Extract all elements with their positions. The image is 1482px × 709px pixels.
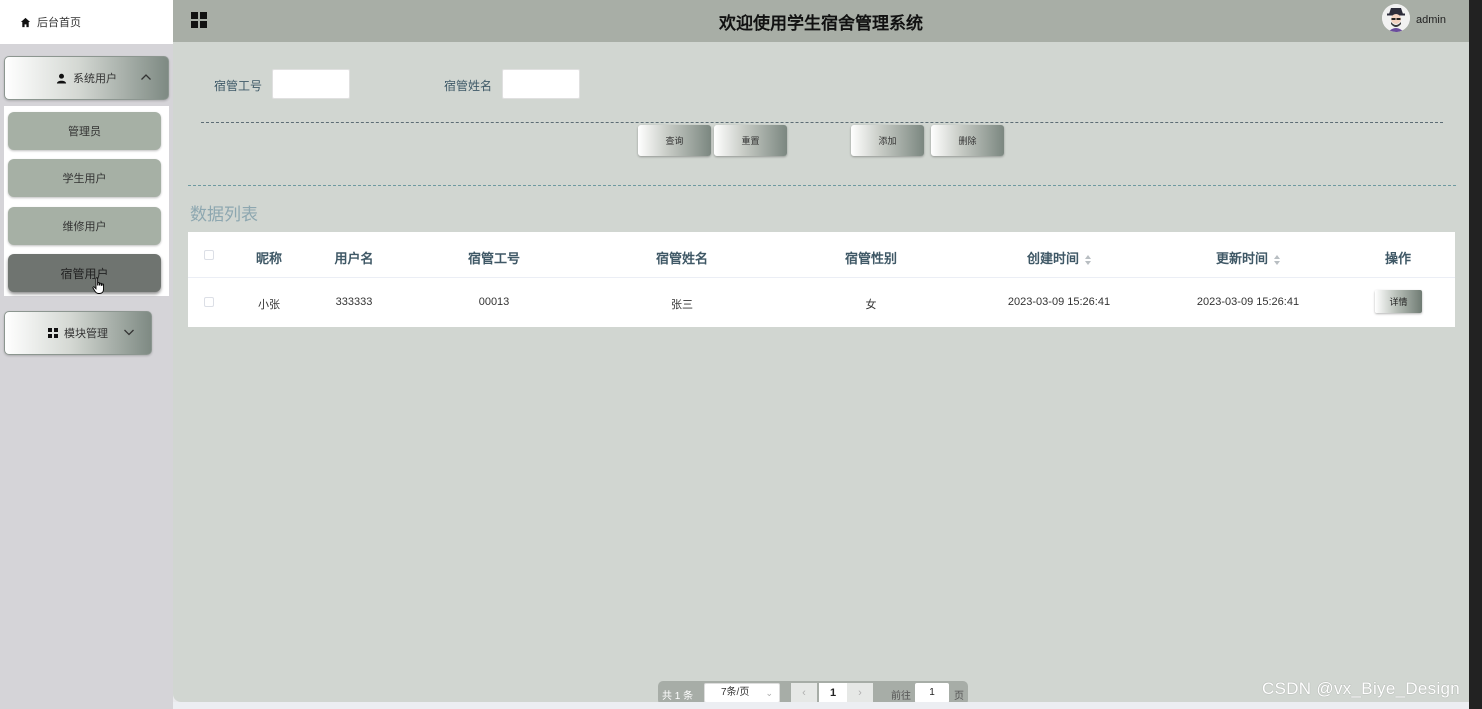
prev-page-button[interactable]: ‹	[791, 683, 817, 703]
sort-icon[interactable]	[1274, 254, 1281, 265]
sidebar-group-module-management[interactable]: 模块管理	[4, 311, 152, 355]
watermark: CSDN @vx_Biye_Design	[1262, 679, 1461, 698]
column-header-staff-name: 宿管姓名	[655, 251, 709, 266]
chevron-down-icon	[124, 329, 134, 336]
bottom-strip	[173, 702, 1469, 709]
column-header-updated[interactable]: 更新时间	[1215, 248, 1281, 267]
avatar[interactable]	[1382, 4, 1410, 32]
window-edge	[1469, 0, 1482, 709]
sidebar-item-admin[interactable]: 管理员	[8, 112, 161, 150]
column-header-label: 更新时间	[1215, 251, 1269, 266]
sidebar-group-label: 模块管理	[64, 328, 108, 340]
reset-button[interactable]: 重置	[714, 125, 787, 156]
column-header-nickname: 昵称	[255, 251, 283, 266]
next-page-button[interactable]: ›	[847, 683, 873, 703]
search-input-staff-name[interactable]	[502, 69, 580, 99]
cell-gender: 女	[865, 299, 877, 311]
page-size-select[interactable]: 7条/页 ⌄	[704, 683, 780, 703]
sidebar-item-home-label: 后台首页	[37, 17, 81, 29]
page-number-current[interactable]: 1	[819, 683, 847, 703]
add-button[interactable]: 添加	[851, 125, 924, 156]
cell-username: 333333	[335, 296, 373, 308]
cell-nickname: 小张	[258, 299, 280, 311]
delete-button[interactable]: 删除	[931, 125, 1004, 156]
app-title: 欢迎使用学生宿舍管理系统	[719, 14, 923, 33]
query-button[interactable]: 查询	[638, 125, 711, 156]
sidebar-item-label: 管理员	[68, 126, 101, 138]
search-label-staff-name: 宿管姓名	[444, 79, 493, 93]
sort-icon[interactable]	[1085, 254, 1092, 265]
column-header-created[interactable]: 创建时间	[1026, 248, 1092, 267]
column-header-actions: 操作	[1384, 251, 1412, 266]
divider	[188, 185, 1456, 186]
sidebar-item-repair-users[interactable]: 维修用户	[8, 207, 161, 245]
search-label-staff-no: 宿管工号	[214, 79, 263, 93]
top-bar: 欢迎使用学生宿舍管理系统 admin	[173, 0, 1469, 42]
detail-button[interactable]: 详情	[1375, 290, 1422, 313]
sidebar-item-label: 学生用户	[62, 173, 107, 185]
pagination-total: 共 1 条	[662, 691, 694, 702]
user-icon	[56, 73, 67, 84]
sidebar-group-label: 系统用户	[73, 73, 117, 85]
main-content: 宿管工号 宿管姓名 查询 重置 添加 删除 数据列表 昵称 用户名 宿管工号 宿…	[173, 42, 1469, 705]
select-all-checkbox[interactable]	[204, 250, 214, 260]
divider	[201, 122, 1443, 123]
column-header-staff-no: 宿管工号	[467, 251, 521, 266]
sidebar-group-system-users[interactable]: 系统用户	[4, 56, 169, 100]
column-header-username: 用户名	[334, 251, 374, 266]
goto-page-input[interactable]: 1	[915, 683, 949, 703]
current-user-name[interactable]: admin	[1416, 14, 1446, 26]
sidebar-item-dorm-manager-users[interactable]: 宿管用户	[8, 254, 161, 292]
sidebar-item-student-users[interactable]: 学生用户	[8, 159, 161, 197]
data-table: 昵称 用户名 宿管工号 宿管姓名 宿管性别 创建时间 更新时间 操作 小张 33…	[188, 232, 1455, 327]
column-header-gender: 宿管性别	[844, 251, 898, 266]
goto-label: 前往	[891, 691, 911, 702]
cell-updated: 2023-03-09 15:26:41	[1196, 296, 1300, 308]
page-size-value: 7条/页	[721, 687, 750, 698]
grid-icon	[48, 328, 58, 338]
column-header-label: 创建时间	[1026, 251, 1080, 266]
chevron-down-icon: ⌄	[765, 688, 773, 698]
goto-page-suffix: 页	[954, 691, 964, 702]
cell-created: 2023-03-09 15:26:41	[1007, 296, 1111, 308]
submenu-panel: 管理员 学生用户 维修用户 宿管用户	[4, 106, 169, 296]
row-divider	[188, 277, 1455, 278]
search-input-staff-no[interactable]	[272, 69, 350, 99]
user-avatar-icon	[1382, 4, 1410, 32]
hand-cursor-icon	[92, 277, 104, 294]
cell-staff-no: 00013	[478, 296, 510, 308]
row-checkbox[interactable]	[204, 297, 214, 307]
sidebar-item-home[interactable]: 后台首页	[0, 0, 173, 44]
cell-staff-name: 张三	[671, 299, 693, 311]
sidebar-item-label: 维修用户	[62, 221, 107, 233]
chevron-up-icon	[141, 74, 151, 80]
section-title: 数据列表	[190, 205, 258, 224]
sidebar: 后台首页 系统用户 管理员 学生用户 维修用户 宿管用户 模块管理	[0, 0, 173, 709]
home-icon	[20, 17, 31, 27]
